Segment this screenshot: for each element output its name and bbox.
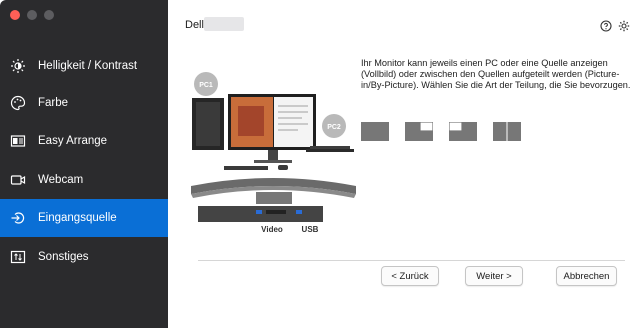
input-source-description: Ihr Monitor kann jeweils einen PC oder e… (361, 58, 630, 90)
webcam-icon (10, 172, 26, 188)
sidebar-item-input-source[interactable]: Eingangsquelle (0, 199, 168, 237)
sidebar-item-label: Farbe (38, 97, 69, 109)
palette-icon (10, 95, 26, 111)
sidebar-item-easy-arrange[interactable]: Easy Arrange (0, 122, 168, 160)
usb-port-label: USB (302, 225, 319, 234)
layout-pip-top-right-option[interactable] (405, 121, 434, 141)
minimize-window-button[interactable] (27, 10, 37, 20)
window-controls (10, 10, 54, 20)
sidebar: Helligkeit / Kontrast Farbe Easy Arrange (0, 0, 168, 328)
sidebar-item-label: Eingangsquelle (38, 212, 117, 224)
pc2-label: PC2 (327, 124, 341, 131)
sidebar-item-others[interactable]: Sonstiges (0, 238, 168, 276)
layout-pip-bottom-left-option[interactable] (448, 121, 477, 141)
sidebar-item-label: Easy Arrange (38, 135, 108, 147)
sidebar-item-color[interactable]: Farbe (0, 84, 168, 122)
sidebar-item-label: Sonstiges (38, 251, 89, 263)
monitor-model-redacted (204, 17, 244, 31)
zoom-window-button[interactable] (44, 10, 54, 20)
header-actions (600, 19, 630, 37)
video-port-label: Video (261, 225, 283, 234)
help-icon[interactable] (600, 19, 612, 37)
back-button[interactable]: < Zurück (381, 266, 439, 286)
layout-full-screen-option[interactable] (361, 122, 389, 141)
next-button[interactable]: Weiter > (465, 266, 523, 286)
brightness-icon (10, 58, 26, 74)
footer-divider (198, 260, 625, 261)
layout-options (361, 121, 521, 141)
cancel-button[interactable]: Abbrechen (556, 266, 617, 286)
others-icon (10, 249, 26, 265)
close-window-button[interactable] (10, 10, 20, 20)
sidebar-item-brightness-contrast[interactable]: Helligkeit / Kontrast (0, 47, 168, 85)
input-source-icon (10, 210, 26, 226)
monitor-brand: Dell (185, 19, 204, 31)
settings-icon[interactable] (618, 19, 630, 37)
easy-arrange-icon (10, 133, 26, 149)
app-window: Helligkeit / Kontrast Farbe Easy Arrange (0, 0, 630, 328)
monitor-setup-illustration: PC1 PC2 Video USB (186, 66, 361, 236)
pc1-label: PC1 (199, 82, 213, 89)
layout-pbp-option[interactable] (493, 122, 521, 141)
sidebar-item-webcam[interactable]: Webcam (0, 161, 168, 199)
main-panel: Dell PC1 PC2 Video USB Ihr Monitor kann … (168, 0, 630, 328)
sidebar-item-label: Webcam (38, 174, 84, 186)
sidebar-item-label: Helligkeit / Kontrast (38, 60, 138, 72)
